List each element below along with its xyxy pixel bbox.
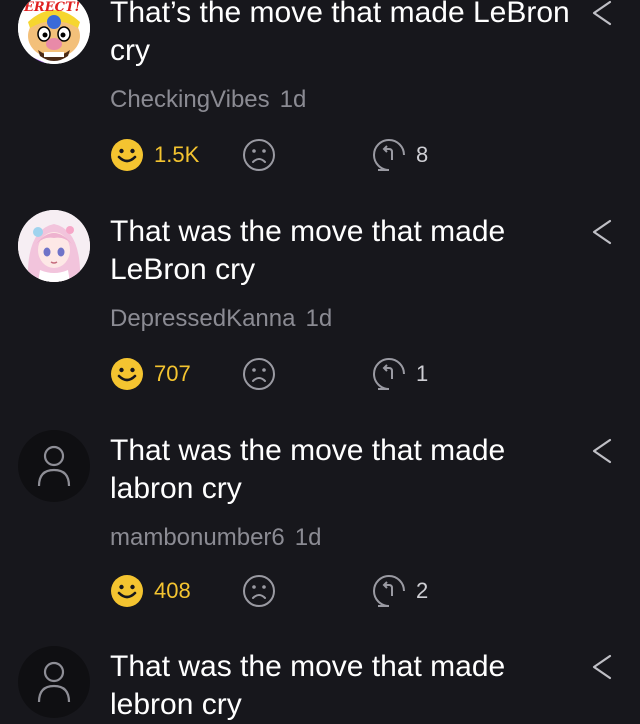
smile-icon [111,575,143,607]
frown-icon [243,139,275,171]
share-button[interactable] [588,217,616,247]
comment-item: That was the move that made labron cry m… [0,424,640,624]
like-button[interactable] [110,138,144,172]
timestamp: 1d [305,305,333,332]
smile-icon [111,139,143,171]
comment-actions: 1.5K 8 [110,138,530,174]
comment-meta: mambonumber6 1d [110,524,321,552]
reply-icon [373,358,405,390]
share-icon [592,654,612,680]
like-count: 408 [154,578,191,603]
share-icon [592,0,612,26]
like-count: 1.5K [154,142,200,167]
comment-item: That was the move that made lebron cry [0,640,640,721]
comment-text: That was the move that made LeBron cry [110,215,506,286]
like-button[interactable] [110,357,144,391]
username[interactable]: DepressedKanna [110,305,295,332]
share-button[interactable] [588,0,616,28]
reply-count: 8 [416,142,429,167]
reply-count: 2 [416,578,429,603]
comment-meta: DepressedKanna 1d [110,305,332,333]
reply-button[interactable] [372,357,406,391]
default-user-icon [37,445,71,487]
share-icon [592,219,612,245]
reply-icon [373,575,405,607]
share-icon [592,438,612,464]
timestamp: 1d [279,86,307,113]
comment-text: That was the move that made lebron cry [110,650,506,721]
avatar[interactable] [18,430,90,502]
anime-girl-avatar-icon [18,210,90,282]
like-count: 707 [154,361,191,386]
username[interactable]: mambonumber6 [110,524,285,551]
dislike-button[interactable] [242,357,276,391]
reply-icon [373,139,405,171]
dislike-button[interactable] [242,138,276,172]
comment-text: That’s the move that made LeBron cry [110,0,570,67]
comment-text: That was the move that made labron cry [110,434,506,505]
frown-icon [243,575,275,607]
avatar[interactable] [18,646,90,718]
comment-actions: 707 1 [110,357,530,393]
default-user-icon [37,661,71,703]
avatar[interactable] [18,210,90,282]
reply-count: 1 [416,361,429,386]
timestamp: 1d [294,524,322,551]
dislike-button[interactable] [242,574,276,608]
comment-meta: CheckingVibes 1d [110,86,306,114]
reply-button[interactable] [372,138,406,172]
comment-item: ERECT! That’s the move that made LeBron … [0,0,640,188]
avatar-logo-text: ERECT! [24,0,81,15]
avatar[interactable]: ERECT! [18,0,90,64]
comment-item: That was the move that made LeBron cry D… [0,205,640,405]
username[interactable]: CheckingVibes [110,86,270,113]
share-button[interactable] [588,436,616,466]
share-button[interactable] [588,652,616,682]
comment-actions: 408 2 [110,574,530,610]
like-button[interactable] [110,574,144,608]
reply-button[interactable] [372,574,406,608]
frown-icon [243,358,275,390]
smile-icon [111,358,143,390]
